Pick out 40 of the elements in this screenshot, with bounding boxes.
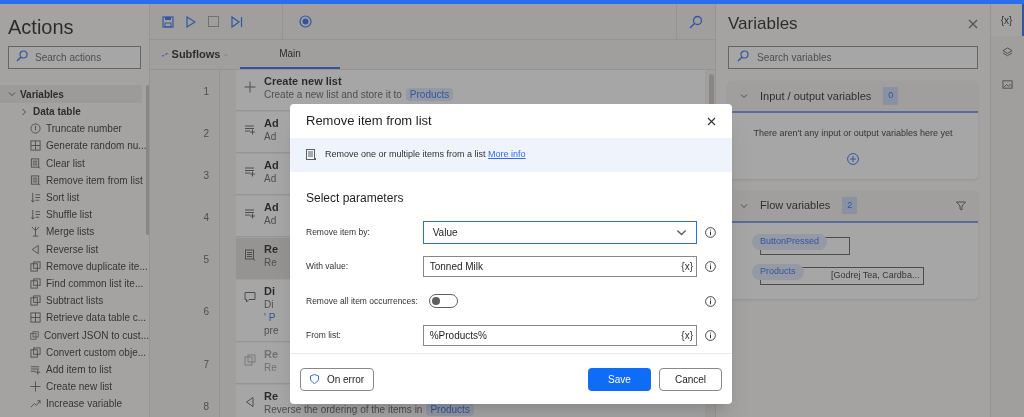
line-number: 6 bbox=[203, 305, 209, 319]
empty-message: There aren't any input or output variables here yet bbox=[753, 127, 953, 140]
line-number: 1 bbox=[203, 84, 209, 99]
step-description: pre bbox=[264, 324, 279, 337]
step-description: Ad bbox=[264, 214, 277, 227]
step-description: ' P bbox=[264, 311, 277, 324]
panel-title: Variables bbox=[728, 13, 798, 36]
step-title: Ad bbox=[264, 201, 279, 214]
step-title: Re bbox=[264, 390, 280, 403]
step-description: Re bbox=[264, 256, 277, 269]
section-title: Input / output variables bbox=[760, 88, 872, 104]
dialog-title: Remove item from list bbox=[306, 112, 432, 131]
panel-title: Actions bbox=[7, 15, 75, 40]
count-badge: 2 bbox=[842, 196, 858, 215]
count-badge: 0 bbox=[883, 87, 899, 105]
line-number: 7 bbox=[203, 357, 209, 372]
info-text: Remove one or multiple items from a list More info bbox=[325, 148, 526, 162]
step-description: Di bbox=[264, 298, 274, 311]
dropdown-value: Value bbox=[432, 225, 458, 240]
step-title: Re bbox=[264, 243, 279, 256]
field-label: From list: bbox=[306, 329, 342, 343]
step-title: Create new list bbox=[264, 75, 343, 88]
step-title: Ad bbox=[264, 117, 279, 130]
step-description: Create a new list and store it to bbox=[264, 88, 402, 101]
step-description: Reverse the ordering of the items in bbox=[264, 403, 423, 416]
line-number: 3 bbox=[203, 168, 209, 183]
line-number: 5 bbox=[203, 252, 209, 267]
variable-token: Products bbox=[405, 88, 454, 101]
section-title: Flow variables bbox=[760, 198, 831, 214]
line-number: 2 bbox=[203, 126, 209, 141]
field-label: Remove item by: bbox=[306, 225, 371, 239]
step-description: Ad bbox=[264, 172, 277, 185]
section-heading: Select parameters bbox=[305, 190, 405, 207]
step-title: Ad bbox=[264, 159, 279, 172]
field-label: With value: bbox=[306, 260, 350, 274]
field-label: Remove all item occurrences: bbox=[306, 294, 419, 308]
line-number: 4 bbox=[203, 210, 209, 225]
step-description: Ad bbox=[264, 130, 277, 143]
step-title: Di bbox=[264, 285, 276, 298]
line-number: 8 bbox=[203, 399, 209, 414]
